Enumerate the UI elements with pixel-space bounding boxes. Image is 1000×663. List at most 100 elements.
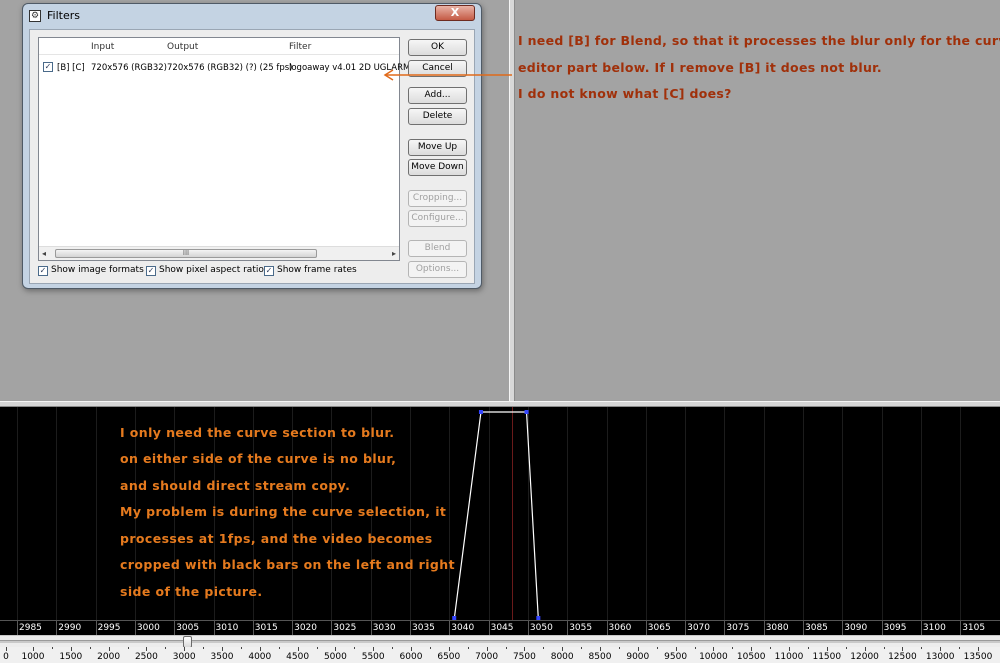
timeline-minor-tick: [354, 647, 356, 649]
scroll-left-icon[interactable]: ◂: [42, 249, 46, 258]
timeline-minor-tick: [770, 647, 772, 649]
frame-label: 3020: [294, 623, 317, 633]
curve-control-point[interactable]: [524, 410, 529, 414]
curve-editor[interactable]: I only need the curve section to blur. o…: [0, 407, 1000, 620]
frame-ruler-divider: [56, 621, 58, 636]
annotation-line: I do not know what [C] does?: [518, 86, 732, 101]
annotation-line: I need [B] for Blend, so that it process…: [518, 33, 1000, 48]
frame-label: 3035: [412, 623, 435, 633]
timeline-label: 10500: [736, 652, 766, 662]
frame-label: 3055: [569, 623, 593, 633]
column-header-input[interactable]: Input: [91, 42, 114, 52]
delete-button[interactable]: Delete: [408, 108, 467, 125]
show-image-formats-label: Show image formats: [51, 265, 144, 275]
timeline-minor-tick: [656, 647, 658, 649]
curve-annotation-line: processes at 1fps, and the video becomes: [120, 531, 433, 546]
checkmark-icon: ✓: [264, 266, 274, 276]
timeline-label: 1500: [59, 652, 83, 662]
position-slider[interactable]: [0, 635, 1000, 648]
curve-annotation-line: cropped with black bars on the left and …: [120, 557, 455, 572]
timeline-minor-tick: [165, 647, 167, 649]
scroll-thumb[interactable]: III: [55, 249, 317, 258]
curve-annotation-line: and should direct stream copy.: [120, 478, 351, 493]
frame-label: 3040: [451, 623, 475, 633]
timeline-tick: [108, 647, 110, 651]
timeline-label: 11000: [774, 652, 804, 662]
timeline-label: 7000: [475, 652, 499, 662]
timeline-minor-tick: [316, 647, 318, 649]
show-image-formats-checkbox[interactable]: ✓ Show image formats: [38, 265, 144, 276]
timeline-tick: [70, 647, 72, 651]
ok-button[interactable]: OK: [408, 39, 467, 56]
frame-ruler-divider: [410, 621, 411, 636]
timeline-minor-tick: [127, 647, 129, 649]
frame-label: 3010: [215, 623, 239, 633]
timeline-tick: [33, 647, 34, 651]
filter-enable-checkbox[interactable]: ✓: [43, 62, 53, 72]
curve-control-point[interactable]: [478, 410, 483, 414]
timeline-label: 9500: [664, 652, 688, 662]
timeline-minor-tick: [732, 647, 734, 649]
timeline-label: 9000: [626, 652, 650, 662]
blend-button[interactable]: Blend: [408, 240, 467, 257]
show-frame-rates-label: Show frame rates: [277, 265, 357, 275]
options-button[interactable]: Options...: [408, 261, 467, 278]
dialog-titlebar[interactable]: ⚙ Filters X: [23, 4, 481, 28]
frame-ruler-divider: [252, 621, 254, 636]
timeline-minor-tick: [505, 647, 507, 649]
frame-ruler-divider: [488, 621, 490, 636]
frame-ruler-divider: [567, 621, 569, 636]
blend-curve[interactable]: [453, 411, 539, 620]
frame-label: 3080: [765, 623, 789, 633]
timeline-tick: [146, 647, 148, 651]
frame-label: 3105: [962, 623, 986, 633]
frame-label: 3090: [844, 623, 868, 633]
frame-label: 3025: [333, 623, 357, 633]
column-header-filter[interactable]: Filter: [289, 42, 311, 52]
header-divider: [39, 54, 399, 55]
timeline-minor-tick: [89, 647, 91, 649]
timeline-label: 2000: [97, 652, 121, 662]
move-up-button[interactable]: Move Up: [408, 139, 467, 156]
timeline-label: 8500: [588, 652, 612, 662]
scroll-right-icon[interactable]: ▸: [392, 249, 396, 258]
show-pixel-aspect-checkbox[interactable]: ✓ Show pixel aspect ratios: [146, 265, 269, 276]
filter-list[interactable]: Input Output Filter ✓ [B] [C] 720x576 (R…: [38, 37, 410, 261]
frame-label: 3000: [136, 623, 160, 633]
frame-ruler-divider: [724, 621, 726, 636]
filter-output-format: 720x576 (RGB32) (?) (25 fps): [167, 63, 293, 73]
timeline-label: 4000: [248, 652, 272, 662]
timeline-label: 7500: [512, 652, 536, 662]
timeline-tick: [184, 647, 186, 651]
configure-button[interactable]: Configure...: [408, 210, 467, 227]
frame-ruler-divider: [645, 621, 647, 636]
timeline-ruler[interactable]: 0 1000 1500 2000 2500 3000 3500 4000 4500 5000 550…: [0, 647, 1000, 663]
cropping-button[interactable]: Cropping...: [408, 190, 467, 207]
close-button[interactable]: X: [435, 5, 475, 21]
filter-app-icon: ⚙: [29, 10, 41, 22]
timeline-minor-tick: [845, 647, 847, 649]
timeline-label: 12500: [888, 652, 917, 662]
timeline-minor-tick: [807, 647, 809, 649]
curve-annotation-line: My problem is during the curve selection…: [120, 504, 447, 519]
frame-label: 3030: [372, 623, 396, 633]
timeline-minor-tick: [467, 647, 469, 649]
move-down-button[interactable]: Move Down: [408, 159, 467, 176]
frame-ruler[interactable]: 2985 2990 2995 3000 3005 3010 3015 3020 3025 3030…: [0, 620, 1000, 636]
timeline-tick: [789, 647, 790, 651]
frame-ruler-divider: [134, 621, 136, 636]
timeline-minor-tick: [278, 647, 280, 649]
add-button[interactable]: Add...: [408, 87, 467, 104]
column-header-output[interactable]: Output: [167, 42, 198, 52]
horizontal-scrollbar[interactable]: ◂ III ▸: [39, 246, 399, 260]
timeline-tick: [940, 647, 942, 651]
timeline-minor-tick: [203, 647, 205, 649]
frame-label: 3100: [922, 623, 946, 633]
timeline-label: 13500: [963, 652, 993, 662]
timeline-label: 4500: [286, 652, 310, 662]
timeline-minor-tick: [618, 647, 620, 649]
frame-ruler-divider: [842, 621, 844, 636]
timeline-tick: [373, 647, 375, 651]
timeline-minor-tick: [51, 647, 53, 649]
show-frame-rates-checkbox[interactable]: ✓ Show frame rates: [264, 265, 357, 276]
